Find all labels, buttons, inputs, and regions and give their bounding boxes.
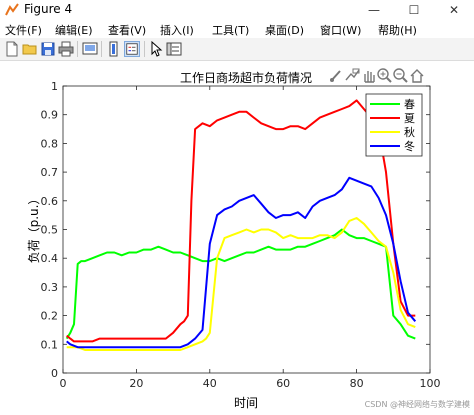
open-folder-icon[interactable] <box>22 41 38 57</box>
new-file-icon[interactable] <box>4 41 20 57</box>
x-axis-label: 时间 <box>234 396 258 410</box>
minimize-button[interactable]: — <box>354 0 394 20</box>
toolbar-separator <box>144 41 145 57</box>
link-plot-icon[interactable] <box>82 41 98 57</box>
axes-toolbar <box>330 68 424 83</box>
x-tick-label: 20 <box>129 377 143 390</box>
menu-file[interactable]: 文件(F) <box>5 22 42 38</box>
window-title: Figure 4 <box>24 2 73 16</box>
y-tick-label: 1 <box>51 80 58 93</box>
legend-label: 秋 <box>404 125 415 139</box>
y-tick-label: 0.1 <box>41 338 59 351</box>
x-tick-label: 100 <box>420 377 441 390</box>
x-tick-label: 0 <box>60 377 67 390</box>
pointer-icon[interactable] <box>148 41 164 57</box>
y-tick-label: 0.9 <box>41 109 59 122</box>
menu-bar: 文件(F) 编辑(E) 查看(V) 插入(I) 工具(T) 桌面(D) 窗口(W… <box>0 20 474 38</box>
x-tick-label: 80 <box>350 377 364 390</box>
datatip-icon[interactable] <box>345 68 360 81</box>
legend-label: 夏 <box>404 112 415 125</box>
brush-icon[interactable] <box>330 70 341 82</box>
window-titlebar: Figure 4 — ☐ ✕ <box>0 0 474 21</box>
x-tick-label: 40 <box>203 377 217 390</box>
menu-insert[interactable]: 插入(I) <box>160 22 194 38</box>
property-inspector-icon[interactable] <box>166 41 182 57</box>
y-tick-label: 0.3 <box>41 281 59 294</box>
save-icon[interactable] <box>40 41 56 57</box>
zoom-out-icon[interactable] <box>393 68 408 83</box>
legend-label: 冬 <box>404 139 415 153</box>
y-tick-label: 0.2 <box>41 310 59 323</box>
legend-icon[interactable] <box>124 41 140 57</box>
menu-window[interactable]: 窗口(W) <box>320 22 361 38</box>
watermark: CSDN @神经网络与数学建模 <box>365 399 470 409</box>
y-tick-label: 0.7 <box>41 166 59 179</box>
toolbar-separator <box>77 41 78 57</box>
x-tick-label: 60 <box>276 377 290 390</box>
print-icon[interactable] <box>58 41 74 57</box>
y-tick-label: 0.4 <box>41 252 59 265</box>
y-tick-label: 0 <box>51 367 58 380</box>
close-button[interactable]: ✕ <box>434 0 474 20</box>
maximize-button[interactable]: ☐ <box>394 0 434 20</box>
figure-toolbar <box>0 38 474 61</box>
legend-label: 春 <box>404 98 415 111</box>
chart-title: 工作日商场超市负荷情况 <box>180 70 312 85</box>
y-tick-label: 0.5 <box>41 224 59 237</box>
legend: 春夏秋冬 <box>365 93 423 157</box>
y-axis-label: 负荷（p.u.） <box>27 193 41 264</box>
menu-tools[interactable]: 工具(T) <box>212 22 249 38</box>
y-tick-label: 0.6 <box>41 195 59 208</box>
menu-edit[interactable]: 编辑(E) <box>55 22 93 38</box>
menu-view[interactable]: 查看(V) <box>108 22 146 38</box>
pan-icon[interactable] <box>364 71 375 83</box>
matlab-figure-icon <box>5 3 19 17</box>
line-chart: 工作日商场超市负荷情况 0 20 40 60 80 100 0 0.1 0.2 0.3 0.4 0.5… <box>27 68 470 410</box>
y-tick-label: 0.8 <box>41 137 59 150</box>
menu-help[interactable]: 帮助(H) <box>378 22 417 38</box>
figure-canvas: 工作日商场超市负荷情况 0 20 40 60 80 100 0 0.1 0.2 0.3 0.4 0.5… <box>0 61 474 411</box>
menu-desktop[interactable]: 桌面(D) <box>265 22 304 38</box>
home-icon[interactable] <box>410 69 424 83</box>
zoom-in-icon[interactable] <box>377 68 392 83</box>
colorbar-icon[interactable] <box>106 41 122 57</box>
toolbar-separator <box>101 41 102 57</box>
